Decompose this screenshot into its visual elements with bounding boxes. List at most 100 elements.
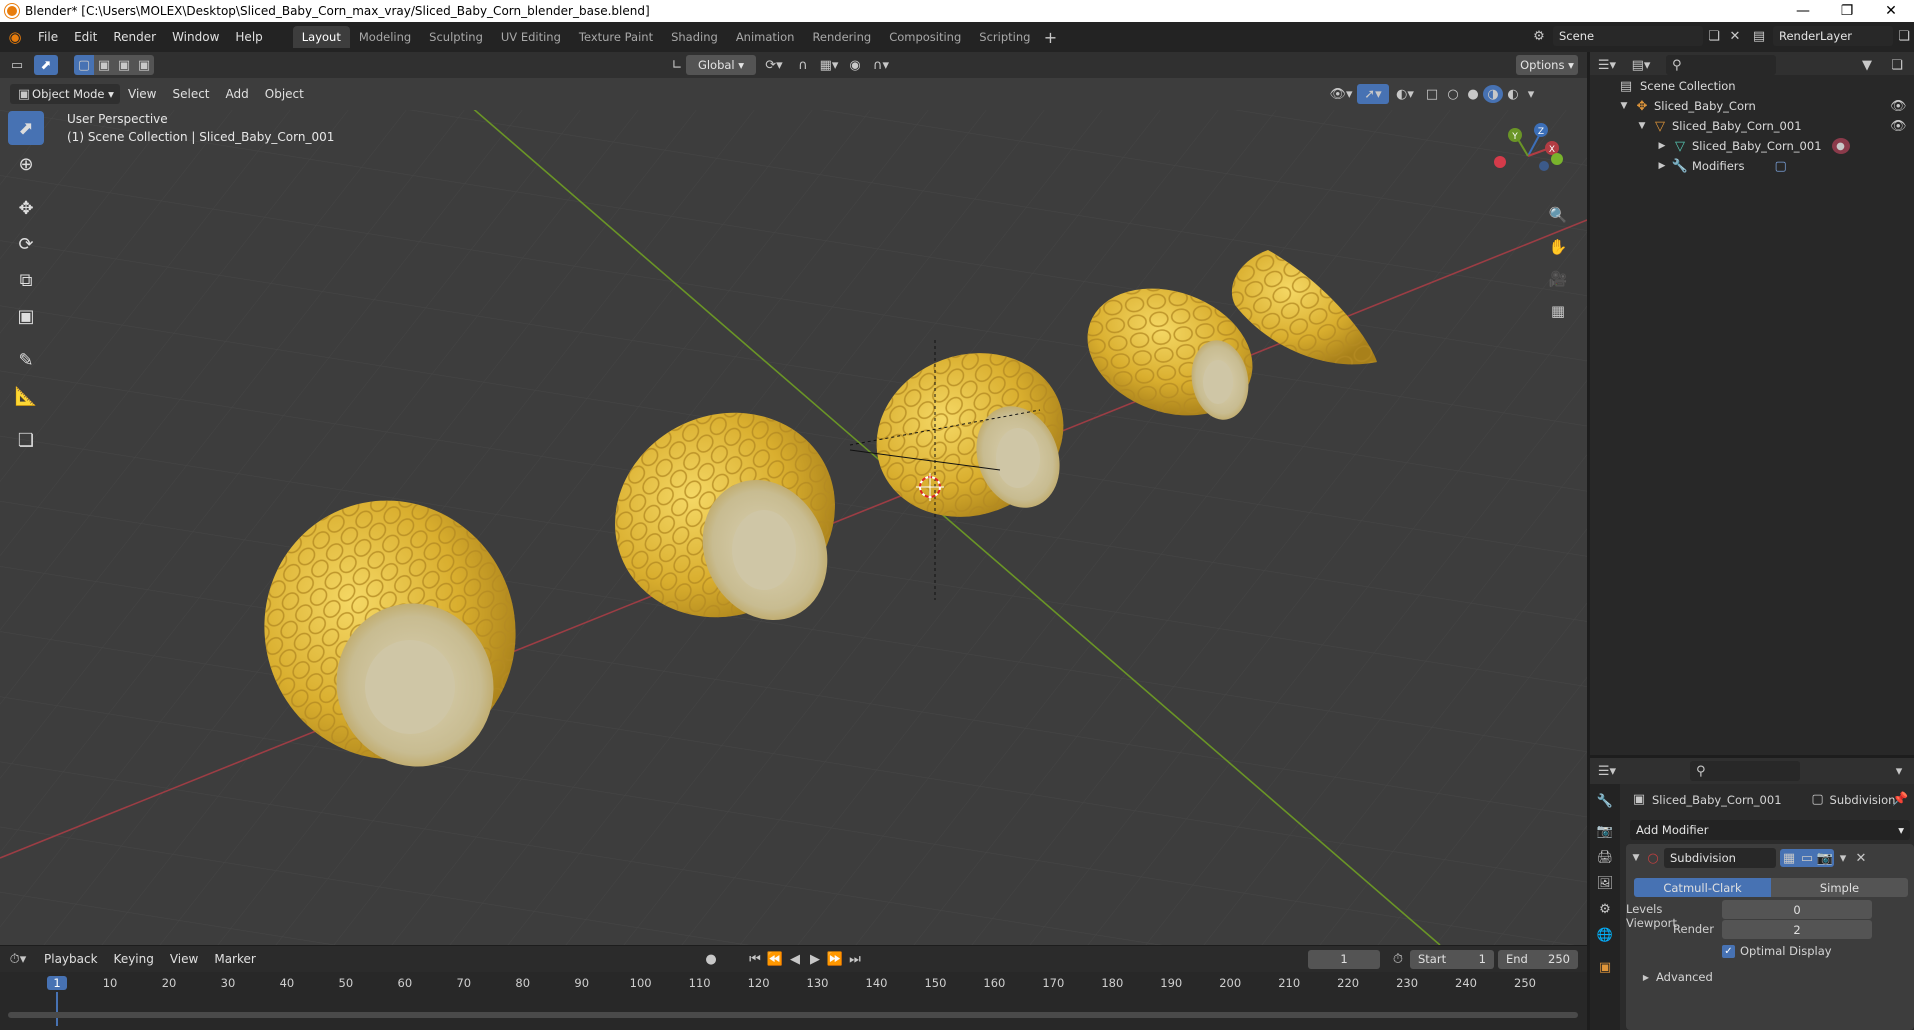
playhead-line[interactable] bbox=[56, 992, 58, 1026]
play-reverse-icon[interactable]: ◀ bbox=[785, 952, 805, 967]
prev-keyframe-icon[interactable]: ⏪ bbox=[765, 952, 785, 967]
world-tab-icon[interactable]: 🌐 bbox=[1590, 922, 1620, 948]
material-shading-icon[interactable]: ◑ bbox=[1483, 85, 1503, 103]
render-toggle-icon[interactable]: 📷 bbox=[1816, 849, 1834, 867]
render-levels-field[interactable]: 2 bbox=[1722, 920, 1872, 939]
annotate-tool-icon[interactable]: ✎ bbox=[8, 343, 44, 377]
falloff-icon[interactable]: ∩▾ bbox=[866, 58, 896, 73]
visibility-eye-icon[interactable]: 👁 bbox=[1890, 119, 1907, 134]
scene-tab-icon[interactable]: ⚙ bbox=[1590, 896, 1620, 922]
viewport-menu-object[interactable]: Object bbox=[257, 83, 312, 105]
editor-type-icon[interactable]: ▭ bbox=[0, 58, 34, 73]
advanced-subpanel[interactable]: ▶ Advanced bbox=[1640, 970, 1713, 984]
levels-viewport-field[interactable]: 0 bbox=[1722, 900, 1872, 919]
scene-field[interactable]: Scene bbox=[1553, 26, 1703, 46]
outliner-item-modifiers[interactable]: ▶ 🔧 Modifiers ▢ bbox=[1590, 156, 1914, 176]
object-tab-icon[interactable]: ▣ bbox=[1590, 954, 1620, 980]
outliner-root[interactable]: ▤ Scene Collection bbox=[1590, 76, 1914, 96]
minimize-button[interactable]: — bbox=[1781, 0, 1825, 22]
outliner-search-input[interactable]: ⚲ bbox=[1666, 55, 1776, 75]
visibility-eye-icon[interactable]: 👁 bbox=[1890, 99, 1907, 114]
menu-render[interactable]: Render bbox=[105, 26, 164, 48]
preview-range-icon[interactable]: ⏱ bbox=[1388, 952, 1408, 967]
jump-end-icon[interactable]: ⏭ bbox=[845, 952, 865, 967]
menu-edit[interactable]: Edit bbox=[66, 26, 105, 48]
outliner-display-icon[interactable]: ▤▾ bbox=[1624, 58, 1658, 73]
end-frame-field[interactable]: End 250 bbox=[1498, 949, 1578, 969]
timeline-menu-keying[interactable]: Keying bbox=[106, 948, 162, 970]
snap-icon[interactable]: ∩ bbox=[792, 58, 814, 73]
navigation-gizmo[interactable]: Z X Y bbox=[1488, 116, 1568, 196]
ortho-grid-icon[interactable]: ▦ bbox=[1545, 298, 1571, 324]
measure-tool-icon[interactable]: 📐 bbox=[8, 379, 44, 413]
outliner-item-mesh[interactable]: ▼ ▽ Sliced_Baby_Corn_001 👁 bbox=[1590, 116, 1914, 136]
material-icon[interactable]: ● bbox=[1831, 138, 1850, 154]
proportional-icon[interactable]: ◉ bbox=[844, 58, 866, 73]
modifier-remove-icon[interactable]: ✕ bbox=[1852, 851, 1870, 866]
scene-remove-icon[interactable]: ✕ bbox=[1725, 29, 1745, 44]
zoom-icon[interactable]: 🔍 bbox=[1545, 202, 1571, 228]
jump-start-icon[interactable]: ⏮ bbox=[745, 952, 765, 967]
transform-tool-icon[interactable]: ▣ bbox=[8, 299, 44, 333]
blender-menu-icon[interactable]: ◉ bbox=[0, 28, 30, 46]
timeline-menu-view[interactable]: View bbox=[162, 948, 206, 970]
output-tab-icon[interactable]: 🖨 bbox=[1590, 844, 1620, 870]
pin-icon[interactable]: 📌 bbox=[1892, 792, 1908, 807]
close-button[interactable]: ✕ bbox=[1869, 0, 1913, 22]
tab-modeling[interactable]: Modeling bbox=[350, 26, 420, 48]
wireframe-shading-icon[interactable]: ○ bbox=[1443, 87, 1463, 102]
timeline-menu-marker[interactable]: Marker bbox=[206, 948, 263, 970]
play-icon[interactable]: ▶ bbox=[805, 952, 825, 967]
filter-icon[interactable]: ▼ bbox=[1852, 58, 1882, 73]
menu-window[interactable]: Window bbox=[164, 26, 227, 48]
properties-options-icon[interactable]: ▾ bbox=[1890, 764, 1908, 779]
select-new-icon[interactable]: ▢ bbox=[74, 55, 94, 75]
timeline-editor-icon[interactable]: ⏱▾ bbox=[0, 952, 36, 967]
optimal-display-checkbox[interactable]: ✓ bbox=[1722, 944, 1735, 958]
renderlayer-copy-icon[interactable]: ❏ bbox=[1893, 29, 1914, 44]
move-tool-icon[interactable]: ✥ bbox=[8, 191, 44, 225]
tab-shading[interactable]: Shading bbox=[662, 26, 727, 48]
tab-rendering[interactable]: Rendering bbox=[803, 26, 880, 48]
expand-arrow-icon[interactable]: ▼ bbox=[1636, 121, 1648, 131]
object-mode-dropdown[interactable]: ▣ Object Mode ▾ bbox=[10, 84, 120, 104]
outliner-item-empty[interactable]: ▼ ✥ Sliced_Baby_Corn 👁 bbox=[1590, 96, 1914, 116]
orientation-dropdown[interactable]: Global ▾ bbox=[686, 55, 756, 75]
viewport-menu-view[interactable]: View bbox=[120, 83, 164, 105]
expand-arrow-icon[interactable]: ▼ bbox=[1618, 101, 1630, 111]
renderlayer-field[interactable]: RenderLayer bbox=[1773, 26, 1893, 46]
timeline-scrollbar[interactable] bbox=[8, 1012, 1578, 1018]
timeline-area[interactable]: 1 10 20 30 40 50 60 70 80 90 100 110 120 130 140 150 160… bbox=[0, 972, 1587, 1030]
tab-layout[interactable]: Layout bbox=[292, 26, 350, 48]
scene-icon[interactable]: ⚙ bbox=[1525, 29, 1553, 44]
3d-viewport[interactable]: ⬈ ⊕ ✥ ⟳ ⧉ ▣ ✎ 📐 ❏ User Perspective (1) S… bbox=[0, 110, 1587, 945]
gizmo-toggle-icon[interactable]: ➚▾ bbox=[1357, 84, 1389, 104]
properties-editor-icon[interactable]: ☰▾ bbox=[1590, 764, 1624, 779]
renderlayer-icon[interactable]: ▤ bbox=[1745, 29, 1773, 44]
tab-texture-paint[interactable]: Texture Paint bbox=[570, 26, 662, 48]
rendered-shading-icon[interactable]: ◐ bbox=[1503, 87, 1523, 102]
current-frame-field[interactable]: 1 bbox=[1308, 949, 1380, 969]
shading-options-icon[interactable]: ▾ bbox=[1523, 87, 1539, 102]
options-dropdown[interactable]: Options ▾ bbox=[1516, 55, 1578, 75]
new-collection-icon[interactable]: ❏ bbox=[1886, 58, 1908, 73]
tab-compositing[interactable]: Compositing bbox=[880, 26, 970, 48]
pivot-icon[interactable]: ⟳▾ bbox=[756, 58, 792, 73]
outliner-item-meshdata[interactable]: ▶ ▽ Sliced_Baby_Corn_001 ● bbox=[1590, 136, 1914, 156]
tool-tab-icon[interactable]: 🔧 bbox=[1590, 788, 1620, 814]
tab-scripting[interactable]: Scripting bbox=[970, 26, 1039, 48]
viewport-toggle-icon[interactable]: ▭ bbox=[1798, 849, 1816, 867]
simple-button[interactable]: Simple bbox=[1771, 878, 1908, 897]
select-box-tool-icon[interactable]: ⬈ bbox=[8, 111, 44, 145]
autokey-icon[interactable]: ● bbox=[700, 952, 722, 967]
collapse-arrow-icon[interactable]: ▶ bbox=[1656, 161, 1668, 171]
menu-help[interactable]: Help bbox=[227, 26, 270, 48]
subdivision-icon[interactable]: ▢ bbox=[1775, 159, 1787, 174]
catmull-clark-button[interactable]: Catmull-Clark bbox=[1634, 878, 1771, 897]
panel-collapse-icon[interactable]: ▼ bbox=[1630, 853, 1642, 863]
render-tab-icon[interactable]: 📷 bbox=[1590, 818, 1620, 844]
next-keyframe-icon[interactable]: ⏩ bbox=[825, 952, 845, 967]
tab-uv-editing[interactable]: UV Editing bbox=[492, 26, 570, 48]
properties-search-input[interactable]: ⚲ bbox=[1690, 761, 1800, 781]
snap-target-icon[interactable]: ▦▾ bbox=[814, 58, 844, 73]
